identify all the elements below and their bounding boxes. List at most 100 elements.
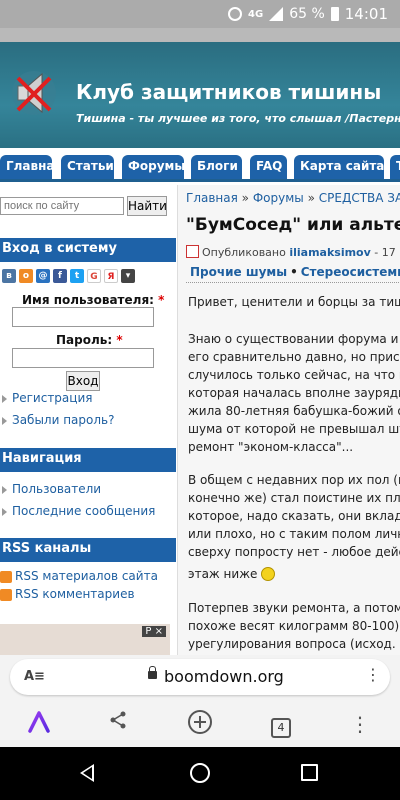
rss-icon[interactable] <box>0 571 12 583</box>
plus-circle-glyph <box>188 710 212 734</box>
search-button[interactable]: Найти <box>127 196 167 216</box>
browser-toolbar: 4 ⋮ <box>0 703 400 747</box>
breadcrumb: Главная » Форумы » СРЕДСТВА ЗАЩ <box>186 191 400 205</box>
post-line: ремонт "эконом-класса"... <box>188 440 354 454</box>
browser-menu-icon[interactable]: ⋮ <box>345 709 375 739</box>
battery-icon <box>330 7 339 21</box>
ad-close-badge[interactable]: Р × <box>142 626 166 637</box>
breadcrumb-forums[interactable]: Форумы <box>253 191 304 205</box>
share-icon[interactable] <box>103 709 133 739</box>
clock: 14:01 <box>344 5 388 23</box>
tab-sitemap[interactable]: Карта сайта <box>294 155 384 179</box>
network-type: 4G <box>248 8 264 20</box>
smiley-icon <box>261 567 276 581</box>
password-label-text: Пароль: <box>56 333 113 347</box>
tag-other-noise[interactable]: Прочие шумы <box>190 265 287 279</box>
post-line: урегулирования вопроса (исход. дум <box>188 637 400 651</box>
divider <box>186 282 400 283</box>
password-field[interactable] <box>12 348 154 368</box>
forgot-password-link[interactable]: Забыли пароль? <box>12 413 114 427</box>
lock-icon <box>148 666 157 679</box>
rss-heading: RSS каналы <box>0 538 176 562</box>
tab-more[interactable]: Т <box>390 155 400 179</box>
main-content: Главная » Форумы » СРЕДСТВА ЗАЩ "БумСосе… <box>177 185 400 655</box>
recents-icon[interactable] <box>301 764 318 781</box>
tag-separator: • <box>290 265 298 279</box>
tab-articles[interactable]: Статьи <box>61 155 114 179</box>
site-slogan: Тишина - ты лучшее из того, что слышал /… <box>76 112 400 125</box>
recent-posts-link[interactable]: Последние сообщения <box>12 504 155 518</box>
tag-stereo[interactable]: Стереосистемы <box>301 265 400 279</box>
login-heading: Вход в систему <box>0 238 176 262</box>
main-nav: Главная Статьи Форумы Блоги FAQ Карта са… <box>0 148 400 182</box>
status-bar: 4G 65 % 14:01 <box>0 0 400 28</box>
post-line: которое, надо сказать, они вкладыв <box>188 509 400 523</box>
tab-count: 4 <box>271 718 291 738</box>
post-line: похоже весят килограмм 80-100), пр <box>188 619 400 633</box>
more-icon[interactable]: ▾ <box>121 269 135 283</box>
author-link[interactable]: iliamaksimov <box>289 246 370 259</box>
odnoklassniki-icon[interactable]: о <box>19 269 33 283</box>
tab-blogs[interactable]: Блоги <box>191 155 242 179</box>
rss-materials-link[interactable]: RSS материалов сайта <box>15 569 158 583</box>
page-title: "БумСосед" или альтерн <box>186 215 400 235</box>
new-tab-icon[interactable] <box>185 709 215 739</box>
post-line: его сравнительно давно, но присоед <box>188 350 400 364</box>
reader-mode-icon[interactable]: A≡ <box>24 669 45 684</box>
username-field[interactable] <box>12 307 154 327</box>
bullet-icon <box>0 393 10 405</box>
users-link[interactable]: Пользователи <box>12 482 101 496</box>
home-icon[interactable] <box>190 763 210 783</box>
calendar-icon <box>186 245 199 258</box>
breadcrumb-home[interactable]: Главная <box>186 191 238 205</box>
bullet-icon <box>0 415 10 427</box>
tab-faq[interactable]: FAQ <box>250 155 287 179</box>
url-domain[interactable]: boomdown.org <box>164 667 284 686</box>
post-tags: Прочие шумы • Стереосистемы <box>190 265 400 279</box>
post-paragraph: Привет, ценители и борцы за тишину <box>188 295 400 309</box>
signal-icon <box>269 7 284 21</box>
tabs-button[interactable]: 4 <box>266 709 296 739</box>
tab-forums[interactable]: Форумы <box>122 155 185 179</box>
post-line: В общем с недавних пор их пол (и, к <box>188 473 400 487</box>
breadcrumb-section[interactable]: СРЕДСТВА ЗАЩ <box>319 191 400 205</box>
mail-icon[interactable]: @ <box>36 269 50 283</box>
sidebar: Найти Вход в систему в о @ f t G Я ▾ Имя… <box>0 185 177 655</box>
post-line: конечно же) стал поистине их площа <box>188 491 400 505</box>
overflow-menu-icon[interactable]: ⋮ <box>365 665 381 684</box>
address-bar[interactable]: A≡ boomdown.org ⋮ <box>10 659 390 695</box>
post-line: этаж ниже <box>188 565 276 583</box>
password-label: Пароль: * <box>56 333 123 347</box>
login-button[interactable]: Вход <box>66 371 100 391</box>
facebook-icon[interactable]: f <box>53 269 67 283</box>
yandex-icon[interactable]: Я <box>104 269 118 283</box>
assistant-icon[interactable] <box>24 709 54 739</box>
rss-comments-link[interactable]: RSS комментариев <box>15 587 135 601</box>
navigation-heading: Навигация <box>0 448 176 472</box>
post-line: или плохо, но с таким полом личной <box>188 527 400 541</box>
post-line: Знаю о существовании форума и вро <box>188 332 400 346</box>
tab-home[interactable]: Главная <box>0 155 62 179</box>
site-title[interactable]: Клуб защитников тишины <box>76 80 381 104</box>
required-mark: * <box>116 333 123 347</box>
system-navigation-bar <box>0 747 400 800</box>
back-icon[interactable] <box>80 764 94 782</box>
ad-banner[interactable]: Р × <box>0 624 170 655</box>
site-header: Клуб защитников тишины Тишина - ты лучше… <box>0 42 400 148</box>
bullet-icon <box>0 506 10 518</box>
address-bar-area: A≡ boomdown.org ⋮ <box>0 655 400 703</box>
battery-level: 65 % <box>289 6 325 22</box>
search-input[interactable] <box>0 197 124 215</box>
share-glyph <box>110 711 126 729</box>
bullet-icon <box>0 484 10 496</box>
social-login-icons: в о @ f t G Я ▾ <box>2 269 135 283</box>
google-icon[interactable]: G <box>87 269 101 283</box>
required-mark: * <box>158 293 165 307</box>
speaker-mute-logo-icon[interactable] <box>10 68 58 118</box>
published-label: Опубликовано <box>202 246 286 259</box>
post-meta: Опубликовано iliamaksimov - 17 М <box>186 245 400 259</box>
register-link[interactable]: Регистрация <box>12 391 92 405</box>
vk-icon[interactable]: в <box>2 269 16 283</box>
twitter-icon[interactable]: t <box>70 269 84 283</box>
rss-icon[interactable] <box>0 589 12 601</box>
